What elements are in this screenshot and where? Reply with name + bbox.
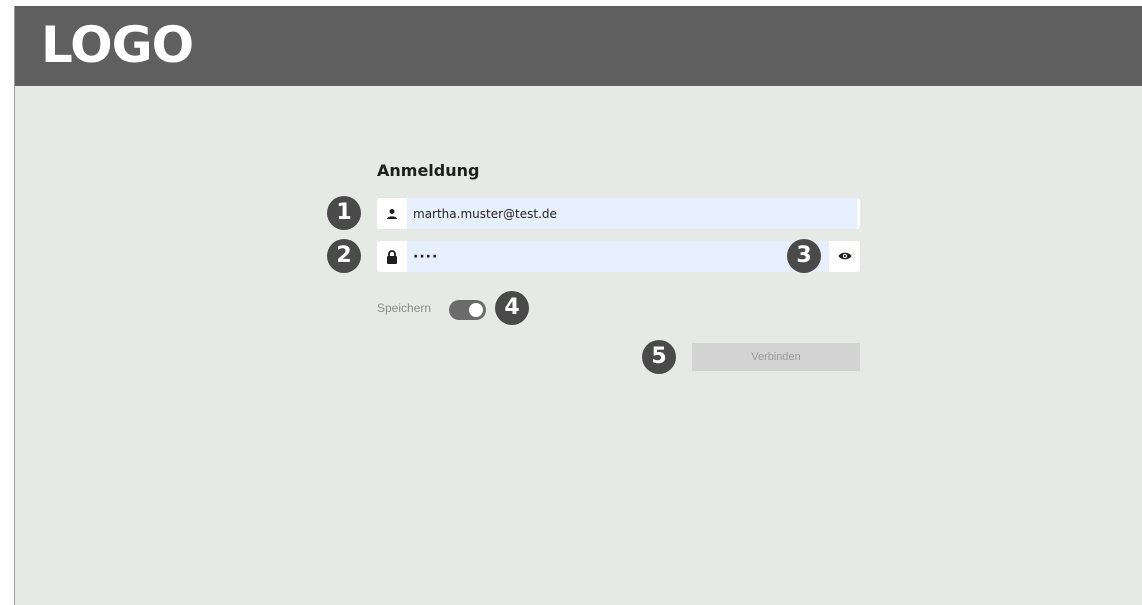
annotation-badge-5: 5 bbox=[642, 340, 676, 374]
annotation-badge-2: 2 bbox=[327, 239, 361, 273]
password-input[interactable] bbox=[413, 241, 813, 272]
toggle-knob bbox=[469, 303, 483, 317]
user-icon bbox=[377, 198, 407, 229]
show-password-button[interactable] bbox=[829, 241, 860, 272]
lock-icon bbox=[377, 241, 407, 272]
login-title: Anmeldung bbox=[377, 161, 480, 180]
remember-toggle[interactable] bbox=[449, 300, 486, 320]
annotation-badge-1: 1 bbox=[327, 196, 361, 230]
email-field[interactable] bbox=[377, 198, 860, 229]
logo: LOGO bbox=[41, 16, 194, 74]
email-input[interactable] bbox=[413, 198, 813, 229]
header-bar: LOGO bbox=[15, 6, 1142, 86]
annotation-badge-3: 3 bbox=[787, 239, 821, 273]
connect-button[interactable]: Verbinden bbox=[692, 343, 860, 371]
eye-icon bbox=[838, 248, 852, 266]
remember-label: Speichern bbox=[377, 301, 432, 315]
annotation-badge-4: 4 bbox=[495, 291, 529, 325]
app-frame: LOGO Anmeldung 1 2 bbox=[14, 6, 1142, 605]
